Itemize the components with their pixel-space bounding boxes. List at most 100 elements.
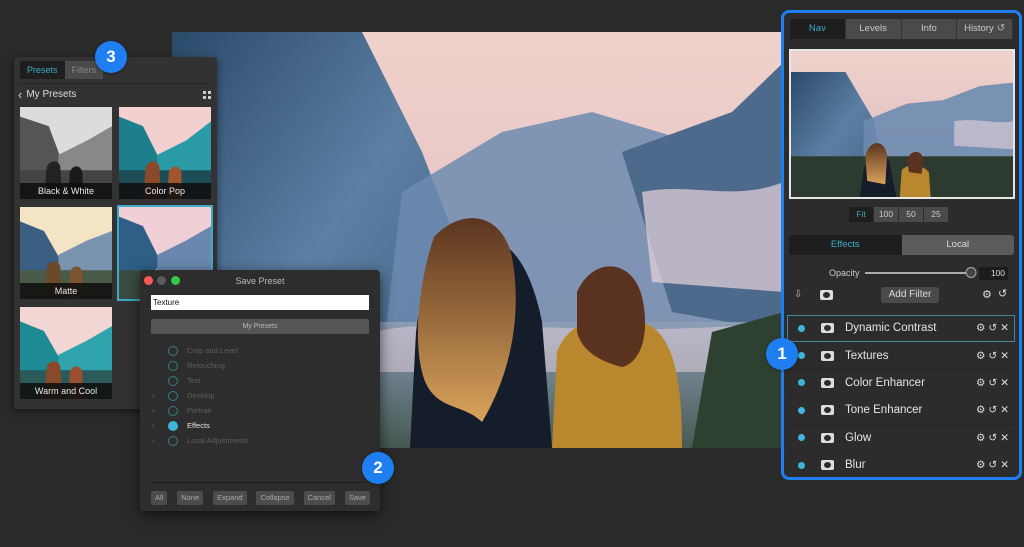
export-icon[interactable]: ⇩ [794, 289, 805, 300]
filter-visibility-dot-icon[interactable] [798, 324, 805, 332]
select-all-button[interactable]: All [151, 491, 168, 505]
mask-icon[interactable] [821, 432, 834, 443]
filter-visibility-dot-icon[interactable] [798, 406, 805, 414]
radio-icon[interactable] [168, 345, 178, 356]
mask-icon[interactable] [821, 350, 834, 361]
gear-icon[interactable]: ⚙ [976, 322, 985, 334]
preset-color-pop[interactable]: Color Pop [117, 105, 213, 201]
presets-title: My Presets [26, 89, 77, 100]
close-icon[interactable]: ✕ [1000, 404, 1009, 416]
add-filter-button[interactable]: Add Filter [881, 287, 939, 303]
mask-icon[interactable] [821, 460, 834, 471]
category-item[interactable]: Text [152, 373, 362, 388]
tab-local[interactable]: Local [901, 235, 1014, 255]
gear-icon[interactable]: ⚙ [976, 432, 985, 444]
mask-icon[interactable] [820, 290, 833, 300]
tab-info[interactable]: Info [901, 19, 958, 39]
close-icon[interactable]: ✕ [1000, 322, 1009, 334]
zoom-window-button[interactable] [171, 276, 180, 285]
radio-icon[interactable] [168, 375, 178, 386]
radio-icon[interactable] [168, 435, 178, 446]
tab-effects[interactable]: Effects [789, 235, 902, 255]
mask-icon[interactable] [821, 323, 834, 334]
filter-row[interactable]: Glow ⚙ ↺ ✕ [787, 425, 1015, 452]
save-button[interactable]: Save [344, 491, 370, 505]
preset-warm-and-cool[interactable]: Warm and Cool [18, 305, 114, 401]
filter-visibility-dot-icon[interactable] [798, 379, 805, 387]
mode-tab-bar: Effects Local [789, 235, 1014, 255]
tab-nav[interactable]: Nav [790, 19, 846, 39]
preset-black-and-white[interactable]: Black & White [18, 105, 114, 201]
close-icon[interactable]: ✕ [1000, 459, 1009, 471]
reset-icon[interactable]: ↺ [988, 432, 997, 444]
dialog-titlebar[interactable]: Save Preset [140, 270, 380, 292]
mask-icon[interactable] [821, 377, 834, 388]
cancel-button[interactable]: Cancel [303, 491, 335, 505]
radio-checked-icon[interactable] [168, 420, 178, 431]
filter-row[interactable]: Dynamic Contrast ⚙ ↺ ✕ [787, 315, 1015, 343]
close-icon[interactable]: ✕ [1000, 432, 1009, 444]
chevron-left-icon[interactable]: ‹ [18, 88, 22, 101]
preset-matte[interactable]: Matte [18, 205, 114, 301]
category-item[interactable]: › Develop [152, 388, 362, 403]
save-preset-dialog: Save Preset My Presets Crop and Level Re… [140, 270, 380, 511]
chevron-right-icon[interactable]: › [152, 436, 163, 445]
category-item[interactable]: › Portrait [152, 403, 362, 418]
gear-icon[interactable]: ⚙ [976, 404, 985, 416]
reset-icon[interactable]: ↺ [988, 322, 997, 334]
opacity-slider-thumb[interactable] [965, 267, 977, 278]
navigator-preview[interactable] [789, 49, 1015, 199]
zoom-50-button[interactable]: 50 [899, 207, 923, 222]
zoom-25-button[interactable]: 25 [924, 207, 948, 222]
reset-icon[interactable]: ↺ [998, 287, 1007, 300]
tab-levels[interactable]: Levels [845, 19, 902, 39]
filter-visibility-dot-icon[interactable] [798, 434, 805, 442]
gear-icon[interactable]: ⚙ [976, 350, 985, 362]
opacity-slider[interactable] [865, 267, 977, 278]
close-icon[interactable]: ✕ [1000, 350, 1009, 362]
zoom-100-button[interactable]: 100 [874, 207, 898, 222]
history-icon: ↺ [996, 23, 1006, 34]
reset-icon[interactable]: ↺ [988, 350, 997, 362]
radio-icon[interactable] [168, 405, 178, 416]
gear-icon[interactable]: ⚙ [982, 288, 992, 301]
preset-name-input[interactable] [151, 295, 369, 310]
tab-presets[interactable]: Presets [20, 61, 65, 79]
chevron-right-icon[interactable]: › [152, 421, 163, 430]
zoom-fit-button[interactable]: Fit [849, 207, 873, 222]
category-label: Portrait [187, 406, 212, 415]
collapse-button[interactable]: Collapse [256, 491, 294, 505]
filter-row[interactable]: Textures ⚙ ↺ ✕ [787, 342, 1015, 370]
close-window-button[interactable] [144, 276, 153, 285]
category-item[interactable]: › Effects [152, 418, 362, 433]
chevron-right-icon[interactable]: › [152, 391, 163, 400]
reset-icon[interactable]: ↺ [988, 404, 997, 416]
expand-button[interactable]: Expand [213, 491, 247, 505]
mask-icon[interactable] [821, 405, 834, 416]
filter-row[interactable]: Blur ⚙ ↺ ✕ [787, 452, 1015, 477]
gear-icon[interactable]: ⚙ [976, 459, 985, 471]
filter-row[interactable]: Tone Enhancer ⚙ ↺ ✕ [787, 397, 1015, 425]
reset-icon[interactable]: ↺ [988, 459, 997, 471]
category-label: Retouching [187, 361, 225, 370]
minimize-window-button[interactable] [157, 276, 166, 285]
reset-icon[interactable]: ↺ [988, 377, 997, 389]
tab-history[interactable]: History ↺ [957, 19, 1013, 39]
close-icon[interactable]: ✕ [1000, 377, 1009, 389]
radio-icon[interactable] [168, 390, 178, 401]
filter-visibility-dot-icon[interactable] [798, 461, 805, 469]
filter-visibility-dot-icon[interactable] [798, 352, 805, 360]
category-item[interactable]: › Local Adjustments [152, 433, 362, 448]
category-item[interactable]: Crop and Level [152, 343, 362, 358]
opacity-value-field[interactable]: 100 [979, 266, 1008, 280]
select-none-button[interactable]: None [177, 491, 204, 505]
filter-row[interactable]: Color Enhancer ⚙ ↺ ✕ [787, 370, 1015, 398]
preset-label: Black & White [20, 183, 112, 199]
radio-icon[interactable] [168, 360, 178, 371]
category-item[interactable]: Retouching [152, 358, 362, 373]
grid-view-icon[interactable] [203, 90, 211, 99]
gear-icon[interactable]: ⚙ [976, 377, 985, 389]
chevron-right-icon[interactable]: › [152, 406, 163, 415]
preset-label: Color Pop [119, 183, 211, 199]
folder-select-button[interactable]: My Presets [151, 319, 369, 334]
